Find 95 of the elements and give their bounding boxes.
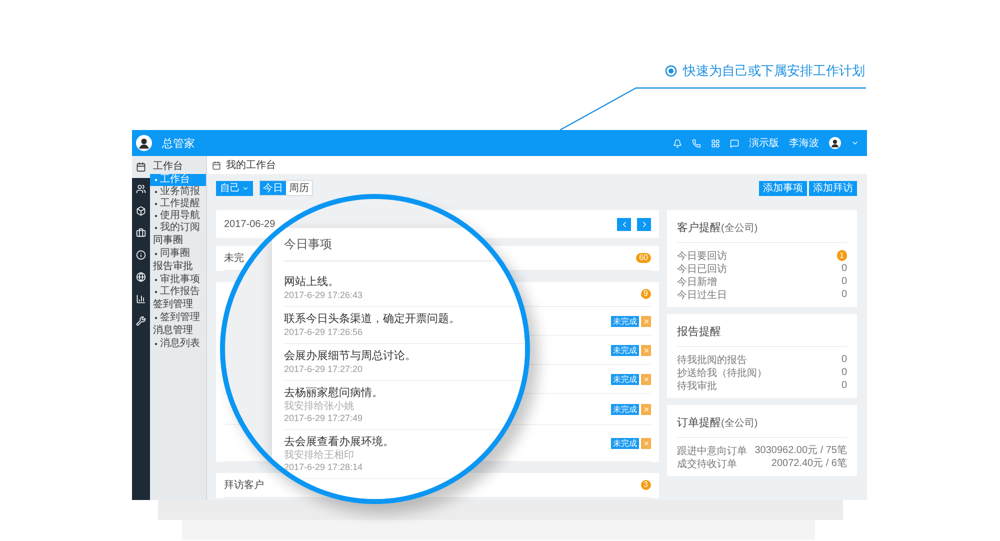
bell-icon[interactable] bbox=[673, 138, 682, 148]
menu-item[interactable]: 签到管理 bbox=[150, 312, 206, 324]
reminder-value: 20072.40元 / 6笔 bbox=[771, 458, 847, 469]
menu-item[interactable]: 使用导航 bbox=[150, 210, 206, 222]
panel-title: 订单提醒 bbox=[677, 416, 721, 430]
users-icon bbox=[136, 184, 146, 194]
caret-icon bbox=[242, 184, 249, 192]
app-logo: 总管家 bbox=[162, 136, 195, 150]
page-title: 我的工作台 bbox=[226, 158, 276, 172]
panel-scope: (全公司) bbox=[721, 222, 758, 235]
info-icon bbox=[136, 250, 146, 260]
close-icon bbox=[642, 318, 650, 324]
menu-group-title: 消息管理 bbox=[152, 324, 194, 338]
task-time: 2017-6-29 17:26:56 bbox=[284, 327, 364, 338]
task-time: 2017-6-29 17:27:49 bbox=[284, 413, 364, 424]
close-icon bbox=[642, 440, 650, 446]
panel-title: 报告提醒 bbox=[677, 324, 721, 339]
task-title: 会展办展细节与周总讨论。 bbox=[284, 350, 417, 363]
task-title: 去杨丽家慰问病情。 bbox=[284, 387, 384, 400]
grid-icon[interactable] bbox=[711, 138, 720, 148]
calendar-icon bbox=[212, 160, 221, 170]
status-tag: 未完成 bbox=[611, 374, 639, 384]
globe-icon bbox=[136, 272, 146, 282]
task-assignee: 我安排给王相印 bbox=[284, 450, 355, 461]
reminder-label: 今日新增 bbox=[677, 276, 717, 288]
avatar bbox=[829, 137, 841, 149]
status-tag: 未完成 bbox=[611, 344, 639, 356]
reminder-value: 0 bbox=[841, 289, 847, 300]
menu-item[interactable]: 消息列表 bbox=[150, 338, 206, 350]
menu-group-title: 同事圈 bbox=[152, 234, 184, 248]
menu-item[interactable]: 业务简报 bbox=[150, 186, 206, 198]
reminder-label: 成交待收订单 bbox=[677, 458, 737, 470]
close-icon bbox=[642, 346, 650, 354]
menu-item[interactable]: 工作报告 bbox=[150, 286, 206, 298]
count-badge: 60 bbox=[636, 253, 651, 263]
message-icon[interactable] bbox=[730, 138, 739, 148]
task-assignee: 我安排给张小姚 bbox=[284, 401, 355, 412]
section-title: 拜访客户 bbox=[224, 478, 264, 492]
reminder-value: 3030962.00元 / 75笔 bbox=[754, 445, 847, 456]
menu-item[interactable]: 审批事项 bbox=[150, 274, 206, 286]
task-time: 2017-6-29 17:28:14 bbox=[284, 462, 364, 473]
callout-text: 快速为自己或下属安排工作计划 bbox=[683, 62, 865, 80]
reminder-label: 跟进中意向订单 bbox=[677, 444, 747, 458]
view-tab[interactable]: 周历 bbox=[286, 181, 312, 195]
reminder-value: 0 bbox=[841, 354, 847, 365]
date-label: 2017-06-29 bbox=[224, 218, 276, 230]
menu-group-title: 工作台 bbox=[152, 160, 184, 174]
count-badge: 9 bbox=[640, 289, 651, 299]
reminder-label: 抄送给我（待批阅） bbox=[677, 366, 767, 380]
count-badge: 1 bbox=[836, 250, 847, 261]
cube-icon bbox=[136, 206, 146, 216]
card-title: 今日事项 bbox=[284, 236, 525, 262]
count-badge: 3 bbox=[640, 480, 651, 490]
reminder-value: 0 bbox=[841, 380, 847, 391]
reminder-label: 今日已回访 bbox=[677, 262, 727, 276]
status-tag: 未完成 bbox=[611, 316, 639, 326]
section-title: 未完 bbox=[224, 252, 244, 265]
delete-button[interactable] bbox=[641, 344, 651, 356]
phone-icon[interactable] bbox=[692, 138, 701, 148]
reminder-value: 0 bbox=[841, 276, 847, 287]
delete-button[interactable] bbox=[641, 438, 651, 448]
menu-item[interactable]: 同事圈 bbox=[150, 248, 206, 260]
reminder-label: 待我审批 bbox=[677, 380, 717, 392]
status-tag: 未完成 bbox=[611, 404, 639, 414]
wrench-icon bbox=[136, 316, 146, 326]
next-button[interactable] bbox=[637, 218, 651, 230]
task-title: 去会展查看办展环境。 bbox=[284, 436, 395, 449]
menu-item[interactable]: 我的订阅 bbox=[150, 222, 206, 234]
reminder-label: 待我批阅的报告 bbox=[677, 354, 747, 366]
delete-button[interactable] bbox=[641, 404, 651, 414]
task-time: 2017-6-29 17:27:20 bbox=[284, 364, 364, 375]
close-icon bbox=[642, 376, 650, 382]
previous-button[interactable] bbox=[617, 218, 631, 230]
calendar-icon bbox=[136, 162, 146, 172]
task-title: 网站上线。 bbox=[284, 276, 340, 289]
menu-group-title: 报告审批 bbox=[152, 260, 194, 274]
reminder-value: 0 bbox=[841, 263, 847, 274]
reminder-label: 今日过生日 bbox=[677, 288, 727, 302]
bar-chart-icon bbox=[136, 294, 146, 304]
panel-scope: (全公司) bbox=[721, 417, 758, 430]
status-tag: 未完成 bbox=[611, 438, 639, 448]
menu-group-title: 签到管理 bbox=[152, 298, 194, 312]
caret-icon[interactable] bbox=[851, 139, 859, 147]
logo-icon bbox=[136, 135, 152, 151]
reminder-value: 0 bbox=[841, 367, 847, 378]
reminder-label: 今日要回访 bbox=[677, 250, 727, 262]
briefcase-icon bbox=[136, 228, 146, 238]
close-icon bbox=[642, 406, 650, 412]
menu-item[interactable]: 工作提醒 bbox=[150, 198, 206, 210]
task-time: 2017-6-29 17:26:43 bbox=[284, 290, 364, 301]
delete-button[interactable] bbox=[641, 316, 651, 326]
radio-icon bbox=[665, 65, 677, 77]
panel-title: 客户提醒 bbox=[677, 220, 721, 235]
delete-button[interactable] bbox=[641, 374, 651, 384]
task-title: 联系今日头条渠道，确定开票问题。 bbox=[284, 313, 461, 326]
